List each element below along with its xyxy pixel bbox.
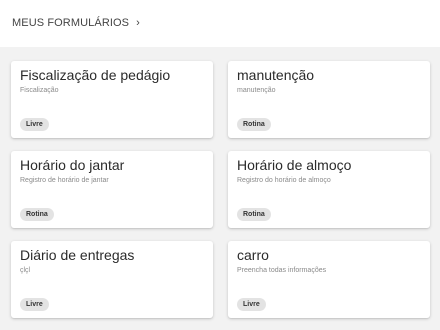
- form-card-description: Preencha todas informações: [237, 267, 327, 274]
- form-card-description: Fiscalização: [20, 87, 59, 94]
- form-type-badge: Rotina: [20, 208, 54, 221]
- form-type-badge: Livre: [20, 298, 49, 311]
- form-card-title: manutenção: [237, 67, 315, 83]
- breadcrumb-label[interactable]: MEUS FORMULÁRIOS: [12, 17, 129, 29]
- form-card-title: Horário do jantar: [20, 157, 125, 173]
- form-type-badge: Rotina: [237, 118, 271, 131]
- breadcrumb[interactable]: MEUS FORMULÁRIOS ›: [12, 17, 140, 29]
- form-card-title: Diário de entregas: [20, 247, 135, 263]
- form-type-badge: Livre: [237, 298, 266, 311]
- form-card[interactable]: Horário de almoço Registro do horário de…: [228, 151, 430, 228]
- form-card-title: Horário de almoço: [237, 157, 352, 173]
- form-card[interactable]: Horário do jantar Registro de horário de…: [11, 151, 213, 228]
- chevron-right-icon: ›: [136, 17, 140, 29]
- form-card-title: carro: [237, 247, 269, 263]
- form-type-badge: Rotina: [237, 208, 271, 221]
- form-card-title: Fiscalização de pedágio: [20, 67, 171, 83]
- form-type-badge: Livre: [20, 118, 49, 131]
- form-card[interactable]: manutenção manutenção Rotina: [228, 61, 430, 138]
- form-card-description: Registro do horário de almoço: [237, 177, 331, 184]
- form-card[interactable]: Diário de entregas çlçl Livre: [11, 241, 213, 318]
- form-card[interactable]: carro Preencha todas informações Livre: [228, 241, 430, 318]
- form-card-description: Registro de horário de jantar: [20, 177, 109, 184]
- form-card-description: manutenção: [237, 87, 276, 94]
- form-card[interactable]: Fiscalização de pedágio Fiscalização Liv…: [11, 61, 213, 138]
- header-bar: MEUS FORMULÁRIOS ›: [0, 0, 440, 47]
- form-card-description: çlçl: [20, 267, 31, 274]
